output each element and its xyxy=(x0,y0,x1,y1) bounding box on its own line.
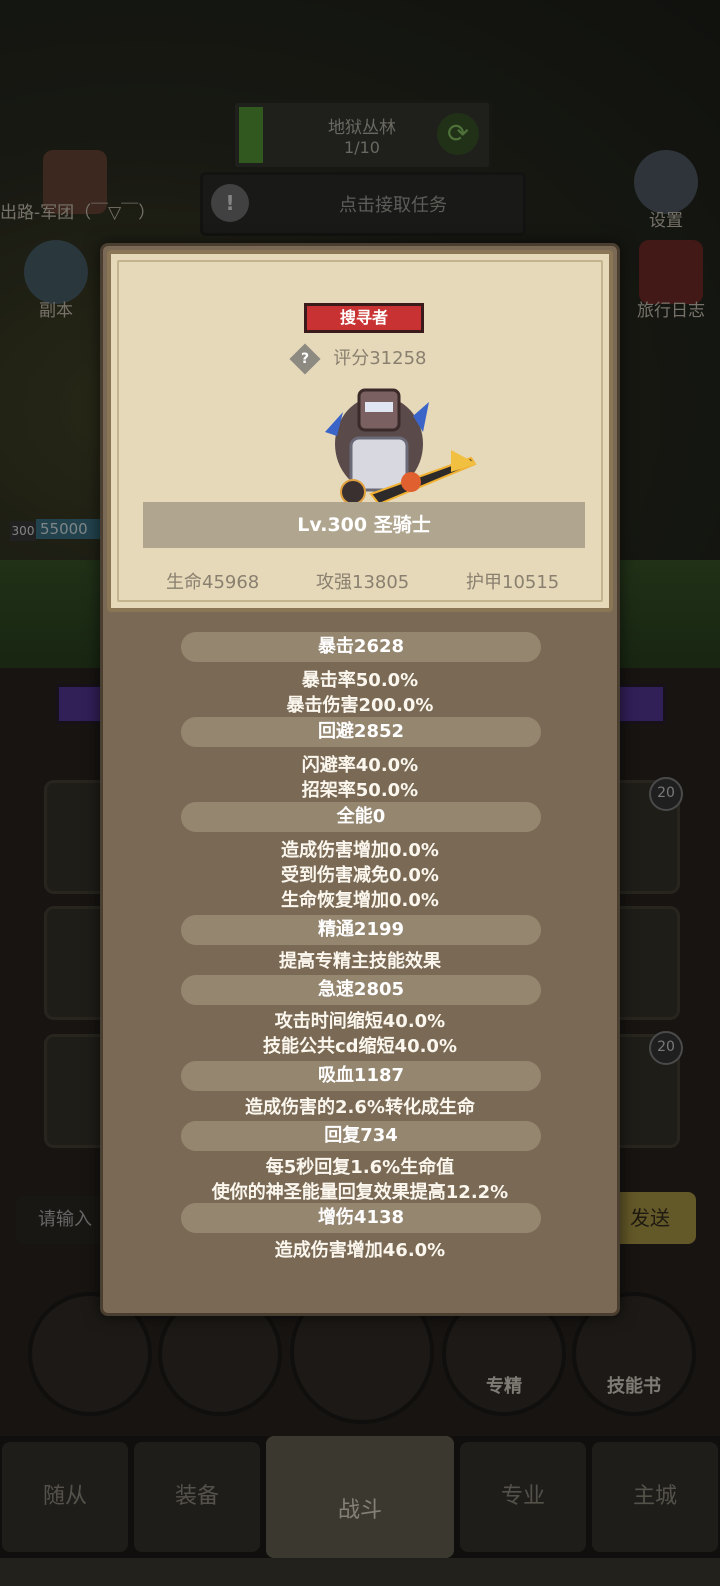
attr-line: 暴击率50.0% xyxy=(301,670,419,691)
stat-hp: 生命45968 xyxy=(166,572,260,593)
attr-line: 每5秒回复1.6%生命值 xyxy=(265,1157,455,1178)
attr-header-versatility: 全能0 xyxy=(181,802,541,832)
attr-header-crit: 暴击2628 xyxy=(181,632,541,662)
attr-line: 招架率50.0% xyxy=(301,780,419,801)
attr-header-leech: 吸血1187 xyxy=(181,1061,541,1091)
hero-detail-popup: 搜寻者 ? 评分31258 Lv.300 圣骑士 生命45968 攻强13805… xyxy=(100,243,620,1316)
score-row: ? 评分31258 xyxy=(111,343,609,375)
attr-line: 提高专精主技能效果 xyxy=(279,951,441,972)
attr-line: 造成伤害增加46.0% xyxy=(274,1240,446,1261)
score-label: 评分31258 xyxy=(333,348,427,369)
attr-header-avoidance: 回避2852 xyxy=(181,717,541,747)
attr-line: 造成伤害的2.6%转化成生命 xyxy=(245,1097,475,1118)
attr-header-mastery: 精通2199 xyxy=(181,915,541,945)
hero-card: 搜寻者 ? 评分31258 Lv.300 圣骑士 生命45968 攻强13805… xyxy=(107,250,613,612)
role-tag: 搜寻者 xyxy=(304,303,424,333)
hero-name-banner: Lv.300 圣骑士 xyxy=(143,502,585,548)
attr-line: 造成伤害增加0.0% xyxy=(281,840,439,861)
attr-header-damage-boost: 增伤4138 xyxy=(181,1203,541,1233)
stat-armor: 护甲10515 xyxy=(466,572,560,593)
attr-header-recovery: 回复734 xyxy=(181,1121,541,1151)
attr-line: 闪避率40.0% xyxy=(301,755,419,776)
stat-attack: 攻强13805 xyxy=(316,572,410,593)
attr-line: 受到伤害减免0.0% xyxy=(281,865,439,886)
attr-line: 生命恢复增加0.0% xyxy=(281,890,439,911)
hero-stats-row: 生命45968 攻强13805 护甲10515 xyxy=(111,568,609,593)
attr-line: 攻击时间缩短40.0% xyxy=(274,1011,446,1032)
paladin-portrait xyxy=(325,388,477,506)
attr-header-haste: 急速2805 xyxy=(181,975,541,1005)
question-icon[interactable]: ? xyxy=(288,343,321,375)
attr-line: 暴击伤害200.0% xyxy=(286,695,434,716)
attr-line: 技能公共cd缩短40.0% xyxy=(262,1036,457,1057)
attr-line: 使你的神圣能量回复效果提高12.2% xyxy=(211,1182,509,1203)
